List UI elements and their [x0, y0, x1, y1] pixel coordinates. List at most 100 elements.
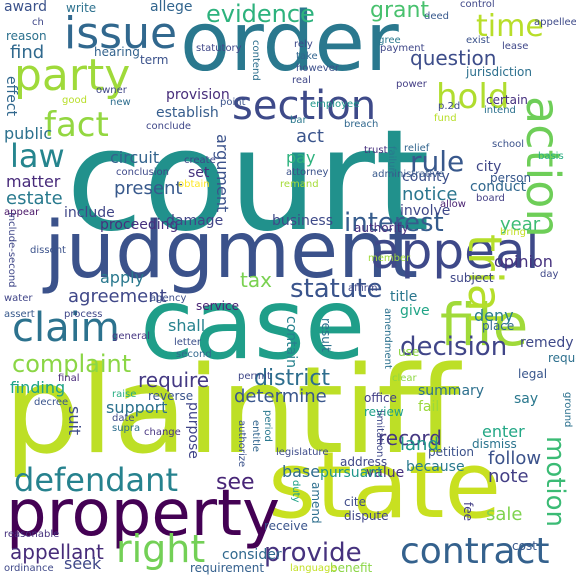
word-decree: raise	[112, 389, 137, 400]
word-entitle: limitation	[374, 410, 385, 458]
word-purchase: dissent	[30, 245, 66, 256]
word-legislature: period	[262, 410, 273, 442]
word-grant: grant	[370, 0, 430, 23]
word-pursuant: amend	[309, 482, 323, 524]
word-statutory: contend	[250, 40, 261, 81]
word-ground: remand	[280, 179, 319, 190]
word-board: basis	[538, 151, 564, 162]
word-award: write	[66, 1, 97, 15]
word-dispute: duty	[290, 480, 301, 503]
word-review: suit	[65, 406, 84, 436]
word-present: matter	[6, 172, 61, 191]
word-certain: power	[396, 79, 427, 90]
word-day: member	[368, 253, 411, 264]
word-term: reason	[6, 29, 47, 43]
word-cloud: court plaintiff case judgment order stat…	[0, 0, 576, 576]
word-employee: bring	[500, 227, 526, 238]
word-cite: receive	[264, 519, 308, 533]
word-intend: p.2d	[438, 101, 461, 112]
word-clear: ground	[562, 392, 573, 428]
word-consider: seek	[64, 554, 102, 573]
word-payment: agree	[372, 35, 401, 46]
word-apply: shall	[168, 316, 206, 335]
word-request: legal	[518, 367, 548, 381]
word-supra: change	[144, 427, 181, 438]
word-pay: act	[296, 126, 324, 147]
word-control: deed	[424, 11, 449, 22]
word-result: reverse	[148, 389, 194, 403]
word-attorney: conclusion	[116, 167, 170, 178]
word-take: however	[296, 63, 339, 74]
word-amendment: affirm	[348, 283, 378, 294]
word-lease: appellee	[534, 17, 576, 28]
word-language: fee	[461, 502, 475, 521]
word-reverse: place	[482, 319, 515, 333]
word-power: take	[296, 51, 318, 62]
word-see: see	[216, 470, 255, 495]
word-suit: give	[400, 303, 430, 319]
word-requirement: reasonable	[4, 529, 60, 540]
word-opinion: effect	[3, 76, 19, 117]
word-use: title	[390, 289, 418, 305]
word-new: point	[220, 97, 246, 108]
word-trust: relief	[404, 143, 430, 154]
word-create: trust	[364, 145, 388, 156]
word-base: sale	[486, 504, 523, 525]
word-business: service	[196, 299, 239, 313]
word-title: say	[514, 391, 539, 407]
word-evidence: evidence	[206, 0, 315, 28]
word-conclude: bar	[290, 115, 307, 126]
word-allege: hearing	[94, 45, 140, 59]
word-service: opinion	[494, 252, 553, 271]
word-appear: create	[184, 155, 216, 166]
word-defendant: defendant	[14, 461, 178, 499]
word-conduct: board	[476, 193, 505, 204]
word-legal: because	[406, 459, 465, 475]
word-remedy: cost	[512, 539, 537, 553]
word-breach: good	[62, 95, 87, 106]
word-fee: dispute	[344, 509, 389, 523]
word-support: purpose	[185, 402, 201, 459]
word-follow: note	[488, 466, 529, 487]
word-failure: allow	[440, 199, 466, 210]
word-shall: finding	[10, 378, 66, 397]
word-determine: determine	[234, 386, 327, 407]
word-duty: legislature	[276, 447, 329, 458]
word-fund: intend	[484, 105, 516, 116]
word-provision: establish	[156, 105, 219, 121]
word-however: real	[292, 75, 311, 86]
word-jurisdiction: argument	[213, 134, 232, 213]
word-motion: motion	[540, 436, 570, 528]
word-sale: consider	[222, 547, 282, 563]
word-set: pay	[286, 148, 316, 167]
word-relief: administrative	[372, 169, 445, 180]
word-estate: public	[4, 124, 53, 143]
word-final: decree	[34, 397, 69, 408]
word-agree: exist	[466, 35, 490, 46]
word-contain: subject	[450, 271, 494, 285]
word-fact: fact	[44, 105, 109, 145]
word-ch: employee	[310, 99, 360, 110]
word-amend: cite	[344, 495, 367, 509]
word-school: conclude	[146, 121, 192, 132]
word-change: permit	[238, 371, 271, 382]
word-place: remedy	[520, 335, 574, 351]
word-public: circuit	[110, 148, 160, 167]
word-receive: requirement	[190, 561, 265, 575]
word-member: amendment	[382, 308, 393, 369]
word-real: rely	[294, 39, 313, 50]
word-administrative: failure	[386, 146, 397, 178]
word-assert: process	[64, 309, 103, 320]
word-bar: breach	[344, 119, 379, 130]
word-agency: water	[4, 293, 33, 304]
word-limitation: general	[112, 331, 151, 342]
word-reason: result	[319, 318, 333, 352]
word-p2d: certain	[486, 93, 528, 107]
word-say: fail	[418, 399, 440, 415]
word-appellee: control	[460, 0, 495, 10]
word-damage: business	[272, 213, 334, 229]
word-benefit: language	[290, 563, 337, 574]
word-seek: set	[188, 165, 210, 181]
word-write: ch	[32, 17, 44, 28]
word-authorize: entitle	[250, 420, 261, 453]
